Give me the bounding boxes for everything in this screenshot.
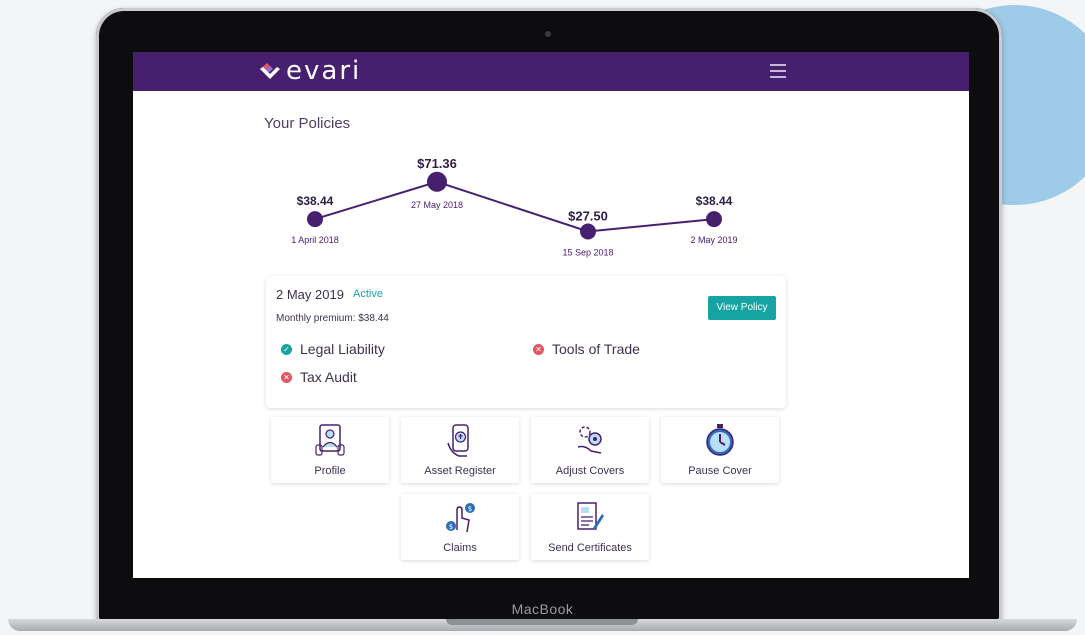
claims-icon: $ $ — [446, 503, 475, 533]
device-label: MacBook — [511, 601, 574, 617]
app-screen: evari Your Policies $38.44 1 April 2018 $7… — [133, 52, 969, 578]
series-line — [314, 180, 715, 233]
tile-label: Claims — [443, 542, 477, 554]
pause-cover-tile[interactable]: Pause Cover — [661, 417, 779, 483]
date-label: 2 May 2019 — [690, 235, 737, 245]
date-label: 15 Sep 2018 — [562, 248, 613, 258]
value-label: $71.36 — [417, 156, 457, 171]
premium-line-chart: $38.44 1 April 2018 $71.36 27 May 2018 $27.5… — [291, 156, 737, 258]
check-icon: ✓ — [281, 343, 292, 355]
data-point[interactable] — [580, 223, 596, 240]
data-point[interactable] — [307, 211, 323, 228]
claims-tile[interactable]: $ $ Claims — [401, 494, 519, 560]
profile-tile[interactable]: Profile — [271, 417, 389, 483]
tile-label: Send Certificates — [548, 542, 632, 554]
cover-label: Tools of Trade — [552, 341, 640, 357]
cover-item: ✓ Legal Liability — [281, 341, 385, 357]
cover-item: ✕ Tax Audit — [281, 369, 357, 385]
cover-label: Tax Audit — [300, 369, 357, 385]
adjust-covers-icon — [577, 426, 602, 454]
data-point[interactable] — [706, 211, 722, 228]
svg-text:$: $ — [468, 505, 472, 513]
date-label: 27 May 2018 — [411, 200, 463, 210]
data-point[interactable] — [427, 171, 447, 192]
asset-register-icon — [447, 424, 469, 457]
adjust-covers-tile[interactable]: Adjust Covers — [531, 417, 649, 483]
value-label: $38.44 — [696, 194, 733, 208]
camera-icon — [545, 31, 551, 37]
certificate-icon — [577, 502, 604, 530]
view-policy-button[interactable]: View Policy — [708, 296, 776, 320]
tile-label: Profile — [314, 465, 346, 477]
policy-card: 2 May 2019 Active Monthly premium: $38.4… — [266, 276, 786, 408]
tile-label: Asset Register — [424, 465, 496, 477]
cover-item: ✕ Tools of Trade — [533, 341, 640, 357]
stopwatch-icon — [706, 424, 734, 456]
svg-text:$: $ — [449, 523, 453, 531]
policy-date: 2 May 2019 — [276, 287, 344, 302]
value-label: $27.50 — [568, 209, 608, 224]
monthly-premium: Monthly premium: $38.44 — [276, 313, 389, 324]
send-certificates-tile[interactable]: Send Certificates — [531, 494, 649, 560]
profile-icon — [315, 424, 345, 456]
cross-icon: ✕ — [281, 371, 292, 383]
status-badge: Active — [353, 288, 383, 300]
tile-label: Adjust Covers — [555, 465, 625, 477]
value-label: $38.44 — [297, 194, 334, 208]
asset-register-tile[interactable]: Asset Register — [401, 417, 519, 483]
cross-icon: ✕ — [533, 343, 544, 355]
laptop-notch — [446, 619, 638, 625]
date-label: 1 April 2018 — [291, 235, 339, 245]
cover-label: Legal Liability — [300, 341, 385, 357]
tile-label: Pause Cover — [688, 465, 752, 477]
